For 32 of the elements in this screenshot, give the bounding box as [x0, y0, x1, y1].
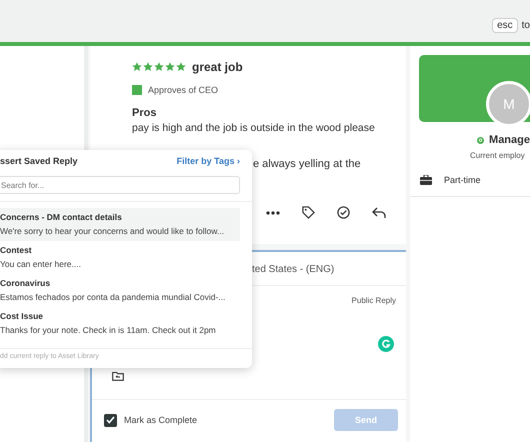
profile-name: Manage: [489, 134, 530, 146]
search-field[interactable]: Search for...: [0, 176, 240, 194]
star-icon: [176, 62, 186, 72]
approval-label: Approves of CEO: [148, 85, 218, 95]
mark-complete-label: Mark as Complete: [124, 415, 198, 425]
cons-text: e always yelling at the: [253, 158, 362, 170]
review-title: great job: [192, 60, 243, 74]
filter-by-tags-link[interactable]: Filter by Tags ›: [176, 156, 240, 166]
esc-key-hint: esc: [492, 18, 518, 32]
briefcase-icon: [420, 175, 432, 185]
reply-type-label: Public Reply: [352, 296, 396, 305]
star-icon: [143, 62, 153, 72]
reply-icon[interactable]: [372, 206, 386, 218]
saved-reply-item[interactable]: Coronavirus Estamos fechados por conta da pandemia mundial Covid-...: [0, 274, 240, 307]
more-icon[interactable]: [266, 210, 280, 214]
popup-title: ssert Saved Reply: [0, 156, 78, 166]
pros-heading: Pros: [132, 107, 158, 119]
hint-text: to: [522, 20, 530, 30]
status-icon: [477, 134, 484, 146]
saved-reply-item[interactable]: Concerns - DM contact details We're sorry to hear your concerns and would like to follow...: [0, 208, 240, 241]
tag-icon[interactable]: [302, 206, 315, 219]
star-icon: [165, 62, 175, 72]
star-icon: [154, 62, 164, 72]
pros-text: pay is high and the job is outside in the wood please: [132, 122, 376, 134]
star-icon: [132, 62, 142, 72]
saved-reply-item[interactable]: Contest You can enter here....: [0, 241, 240, 274]
check-circle-icon[interactable]: [337, 206, 350, 219]
folder-icon[interactable]: [112, 371, 124, 381]
mark-complete-checkbox[interactable]: [104, 414, 117, 426]
employment-type: Part-time: [444, 175, 481, 185]
employment-status: Current employ: [470, 151, 526, 160]
saved-reply-item[interactable]: Cost Issue Thanks for your note. Check in is 11am. Check out it 2pm: [0, 307, 240, 340]
